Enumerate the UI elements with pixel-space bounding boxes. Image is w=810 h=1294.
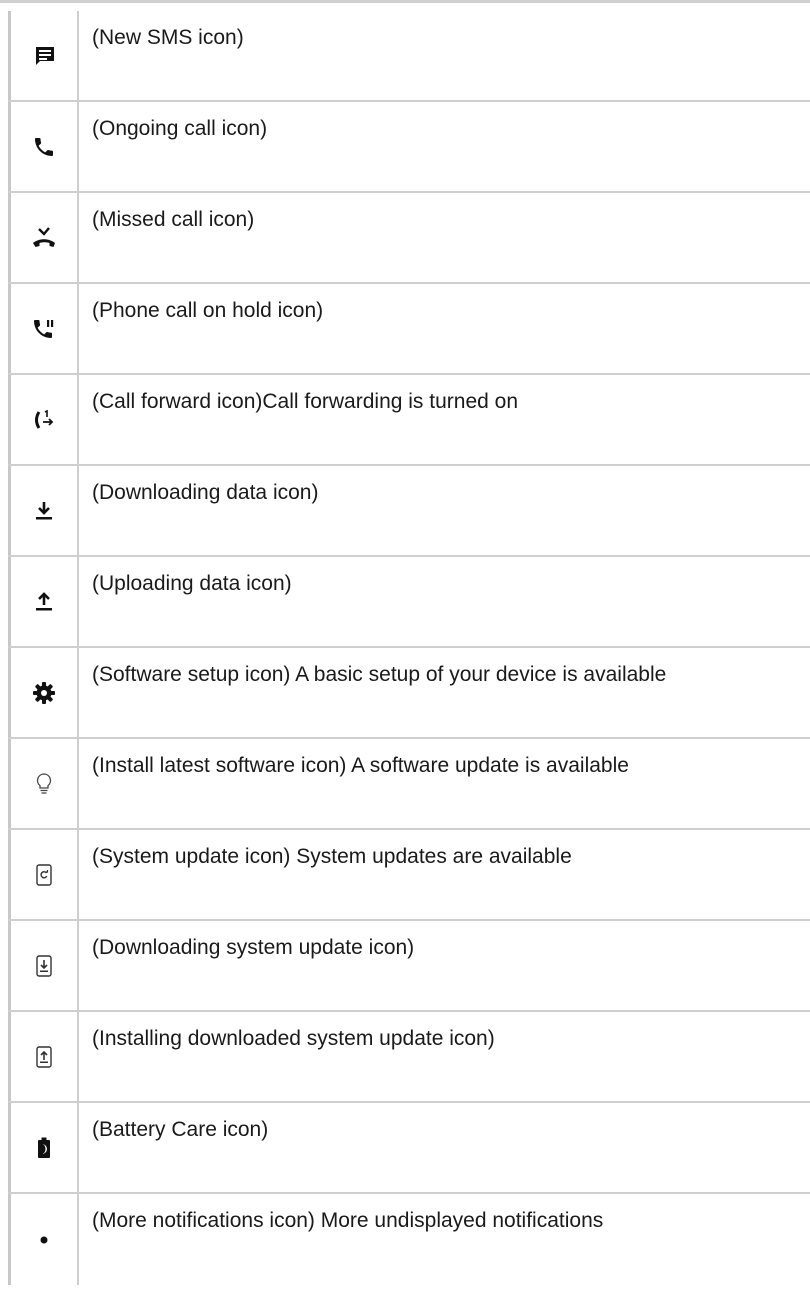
table-row: (Install latest software icon) A softwar… <box>8 739 810 830</box>
call-forward-icon <box>32 408 56 432</box>
description: (Software setup icon) A basic setup of y… <box>92 663 667 686</box>
description: (Missed call icon) <box>92 208 255 231</box>
description: (Install latest software icon) A softwar… <box>92 754 629 777</box>
table-row: (More notifications icon) More undisplay… <box>8 1194 810 1285</box>
icon-cell <box>8 466 79 555</box>
icon-table: (New SMS icon) (Ongoing call icon) (Miss… <box>8 11 810 1285</box>
table-row: (Downloading data icon) <box>8 466 810 557</box>
icon-cell <box>8 921 79 1010</box>
table-row: (Ongoing call icon) <box>8 102 810 193</box>
icon-cell <box>8 102 79 191</box>
installing-system-update-icon <box>36 1045 52 1068</box>
description: (Downloading system update icon) <box>92 936 415 959</box>
icon-cell <box>8 1194 79 1285</box>
table-row: (Battery Care icon) <box>8 1103 810 1194</box>
table-row: (Installing downloaded system update ico… <box>8 1012 810 1103</box>
battery-care-icon <box>37 1137 51 1159</box>
icon-cell <box>8 830 79 919</box>
downloading-system-update-icon <box>36 954 52 977</box>
download-icon <box>33 500 55 522</box>
description: (System update icon) System updates are … <box>92 845 572 868</box>
upload-icon <box>33 591 55 613</box>
description: (Call forward icon)Call forwarding is tu… <box>92 390 519 413</box>
description: (Downloading data icon) <box>92 481 319 504</box>
table-row: (Phone call on hold icon) <box>8 284 810 375</box>
icon-cell <box>8 739 79 828</box>
description: (New SMS icon) <box>92 26 244 49</box>
system-update-icon <box>36 863 52 886</box>
icon-cell <box>8 1103 79 1192</box>
table-row: (System update icon) System updates are … <box>8 830 810 921</box>
icon-cell <box>8 375 79 464</box>
top-border <box>0 0 810 3</box>
description: (Ongoing call icon) <box>92 117 268 140</box>
call-on-hold-icon <box>32 317 56 341</box>
ongoing-call-icon <box>32 135 56 159</box>
table-row: (Software setup icon) A basic setup of y… <box>8 648 810 739</box>
new-sms-icon <box>33 45 55 67</box>
gear-icon <box>32 681 56 705</box>
missed-call-icon <box>31 226 57 250</box>
icon-cell <box>8 193 79 282</box>
description: (More notifications icon) More undisplay… <box>92 1209 604 1232</box>
table-row: (Missed call icon) <box>8 193 810 284</box>
table-row: (Downloading system update icon) <box>8 921 810 1012</box>
lightbulb-icon <box>35 772 53 796</box>
table-row: (New SMS icon) <box>8 11 810 102</box>
icon-cell <box>8 557 79 646</box>
more-notifications-icon <box>39 1235 49 1245</box>
icon-cell <box>8 1012 79 1101</box>
description: (Uploading data icon) <box>92 572 292 595</box>
icon-cell <box>8 648 79 737</box>
description: (Battery Care icon) <box>92 1118 269 1141</box>
icon-cell <box>8 284 79 373</box>
description: (Installing downloaded system update ico… <box>92 1027 495 1050</box>
table-row: (Call forward icon)Call forwarding is tu… <box>8 375 810 466</box>
table-row: (Uploading data icon) <box>8 557 810 648</box>
icon-cell <box>8 11 79 100</box>
description: (Phone call on hold icon) <box>92 299 324 322</box>
